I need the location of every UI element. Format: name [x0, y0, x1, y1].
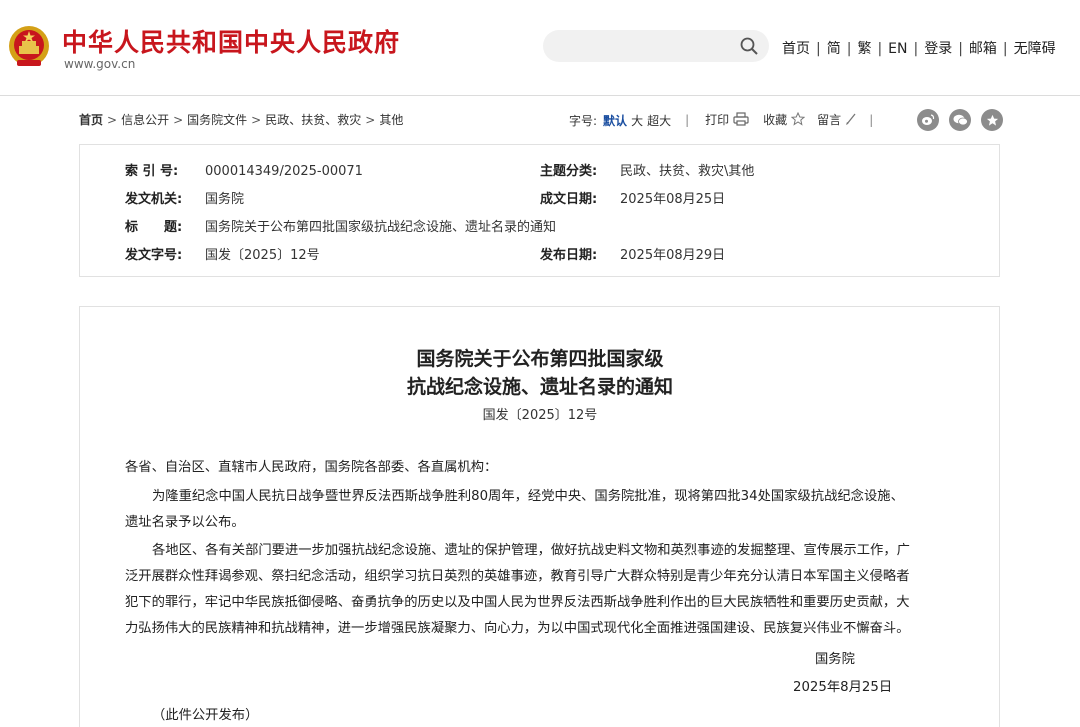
- article-paragraph-2-line-3: 犯下的罪行，牢记中华民族抵御侵略、奋勇抗争的历史以及中国人民为世界反法西斯战争胜…: [125, 595, 910, 610]
- breadcrumb-home[interactable]: 首页: [79, 113, 103, 127]
- article-sign-date: 2025年8月25日: [793, 680, 893, 695]
- site-url: www.gov.cn: [64, 57, 136, 71]
- nav-separator: |: [913, 41, 919, 57]
- nav-traditional[interactable]: 繁: [857, 41, 871, 57]
- tool-divider: |: [869, 113, 874, 127]
- top-nav: 首页 | 简 | 繁 | EN | 登录 | 邮箱 | 无障碍: [782, 38, 1056, 58]
- site-header: 中华人民共和国中央人民政府 www.gov.cn 首页 | 简 | 繁 | EN | 登录 | 邮箱…: [0, 0, 1080, 96]
- breadcrumb-separator: >: [365, 113, 376, 127]
- nav-separator: |: [816, 41, 821, 57]
- print-label: 打印: [705, 113, 730, 127]
- breadcrumb-separator: >: [251, 113, 262, 127]
- search-icon[interactable]: [739, 36, 759, 56]
- font-size-large[interactable]: 大: [631, 112, 643, 129]
- meta-index: 索 引 号: 000014349/2025-00071: [125, 164, 363, 179]
- nav-simplified[interactable]: 简: [827, 41, 841, 57]
- star-icon: [790, 111, 806, 129]
- article-paragraph-2-line-2: 泛开展群众性拜谒参观、祭扫纪念活动，组织学习抗日英烈的英雄事迹，教育引导广大群众…: [125, 569, 910, 584]
- nav-home[interactable]: 首页: [782, 41, 810, 57]
- article-title-line1: 国务院关于公布第四批国家级: [416, 348, 664, 370]
- article-paragraph-1-line-2: 遗址名录予以公布。: [125, 515, 245, 530]
- nav-separator: |: [877, 41, 883, 57]
- site-title[interactable]: 中华人民共和国中央人民政府: [62, 23, 400, 59]
- comment-button[interactable]: 留言: [817, 111, 857, 129]
- meta-doc-number: 发文字号: 国发〔2025〕12号: [125, 248, 320, 263]
- font-size-default[interactable]: 默认: [603, 112, 627, 129]
- page-tools: 字号: 默认 大 超大 | 打印 收藏 留言 |: [569, 111, 889, 129]
- nav-login[interactable]: 登录: [924, 41, 952, 57]
- font-size-label: 字号:: [569, 113, 598, 128]
- article-paragraph-1-line-1: 为隆重纪念中国人民抗日战争暨世界反法西斯战争胜利80周年，经党中央、国务院批准，…: [152, 489, 904, 504]
- breadcrumb-state-council-docs[interactable]: 国务院文件: [187, 113, 247, 127]
- print-button[interactable]: 打印: [705, 111, 749, 129]
- nav-separator: |: [958, 41, 963, 57]
- nav-accessibility[interactable]: 无障碍: [1014, 41, 1056, 57]
- pencil-icon: [845, 112, 857, 129]
- breadcrumb-other[interactable]: 其他: [379, 113, 403, 127]
- article-signer: 国务院: [815, 652, 855, 667]
- favorite-button[interactable]: 收藏: [763, 111, 806, 129]
- meta-issuer: 发文机关: 国务院: [125, 192, 245, 207]
- article-title-line2: 抗战纪念设施、遗址名录的通知: [406, 376, 673, 398]
- search-input[interactable]: [543, 30, 769, 62]
- breadcrumb-separator: >: [107, 113, 118, 127]
- social-share: [917, 109, 1003, 131]
- meta-category: 主题分类: 民政、扶贫、救灾\其他: [540, 164, 755, 179]
- national-emblem-icon[interactable]: [7, 24, 51, 70]
- breadcrumb-info-public[interactable]: 信息公开: [121, 113, 169, 127]
- article-publication-note: （此件公开发布）: [152, 708, 259, 723]
- nav-english[interactable]: EN: [888, 41, 907, 57]
- share-icon[interactable]: [981, 109, 1003, 131]
- meta-published-date: 发布日期: 2025年08月29日: [540, 248, 726, 263]
- font-size-xlarge[interactable]: 超大: [647, 112, 671, 129]
- weibo-icon[interactable]: [917, 109, 939, 131]
- meta-title: 标 题: 国务院关于公布第四批国家级抗战纪念设施、遗址名录的通知: [125, 220, 557, 235]
- article-paragraph-2-line-4: 力弘扬伟大的民族精神和抗战精神，进一步增强民族凝聚力、向心力，为以中国式现代化全…: [125, 621, 910, 636]
- breadcrumb-civil-affairs[interactable]: 民政、扶贫、救灾: [265, 113, 361, 127]
- article-doc-number: 国发〔2025〕12号: [482, 408, 598, 423]
- wechat-icon[interactable]: [949, 109, 971, 131]
- favorite-label: 收藏: [763, 113, 788, 127]
- tool-divider: |: [685, 113, 690, 127]
- article-paragraph-2-line-1: 各地区、各有关部门要进一步加强抗战纪念设施、遗址的保护管理，做好抗战史料文物和英…: [152, 543, 910, 558]
- nav-separator: |: [846, 41, 852, 57]
- breadcrumb-separator: >: [173, 113, 184, 127]
- nav-mail[interactable]: 邮箱: [969, 41, 997, 57]
- print-icon: [733, 112, 749, 129]
- article-salutation: 各省、自治区、直辖市人民政府，国务院各部委、各直属机构：: [125, 460, 498, 475]
- comment-label: 留言: [817, 113, 842, 127]
- nav-separator: |: [1002, 41, 1008, 57]
- meta-written-date: 成文日期: 2025年08月25日: [540, 192, 726, 207]
- breadcrumb: 首页 > 信息公开 > 国务院文件 > 民政、扶贫、救灾 > 其他: [79, 111, 403, 128]
